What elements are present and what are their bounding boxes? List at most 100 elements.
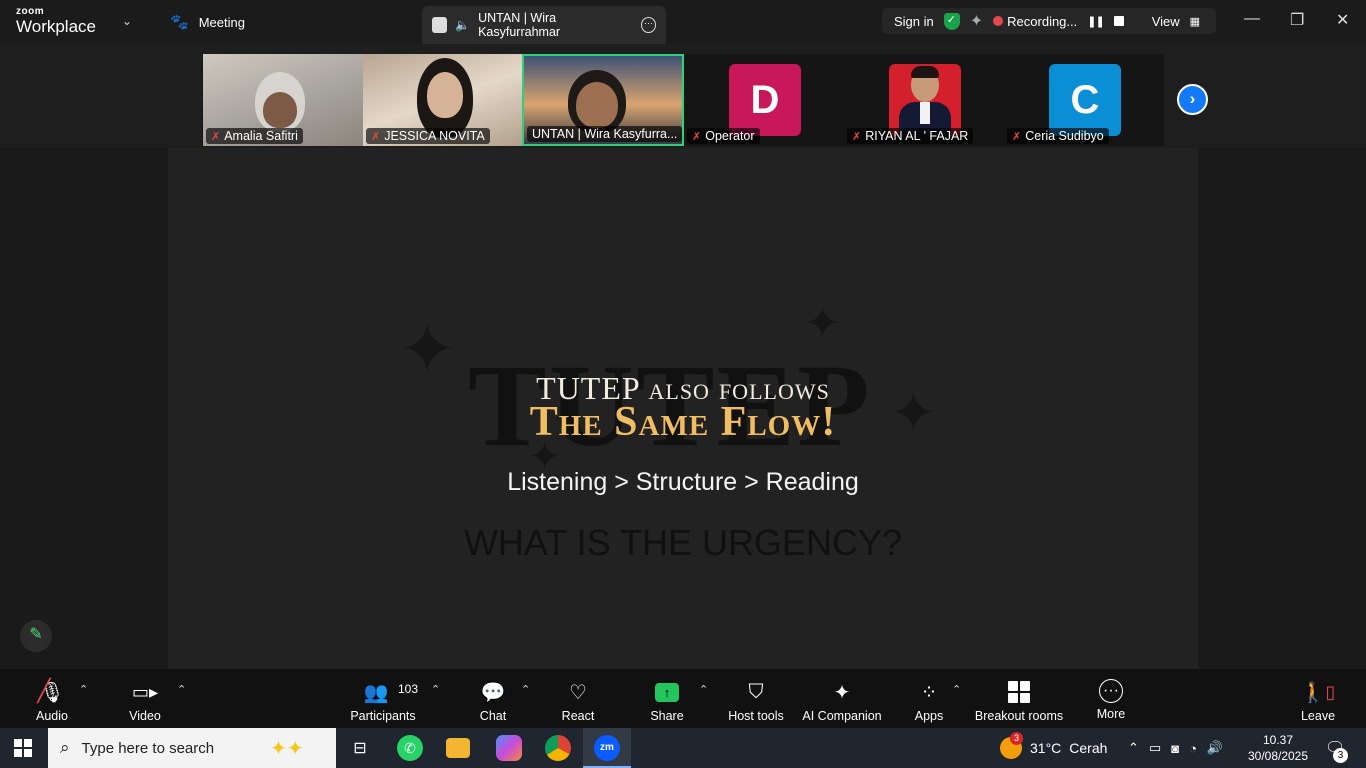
slide-subtitle: Listening > Structure > Reading xyxy=(507,468,859,496)
meeting-menu-button[interactable]: 🐾 Meeting xyxy=(170,13,245,31)
host-tools-label: Host tools xyxy=(728,709,784,723)
chat-button[interactable]: 💬 Chat xyxy=(470,669,516,728)
chevron-up-icon[interactable]: ⌃ xyxy=(1128,740,1139,756)
slide-question: WHAT IS THE URGENCY? xyxy=(463,522,903,563)
paw-icon: 🐾 xyxy=(170,14,189,31)
apps-options-caret-icon[interactable]: ⌃ xyxy=(952,683,961,696)
battery-icon[interactable]: ▭ xyxy=(1149,740,1161,756)
host-tools-button[interactable]: ⛉ Host tools xyxy=(724,669,788,728)
participant-photo xyxy=(889,64,961,136)
encryption-shield-icon[interactable] xyxy=(943,12,960,30)
participant-count-badge: 103 xyxy=(398,682,419,696)
audio-options-caret-icon[interactable]: ⌃ xyxy=(79,683,88,696)
shared-screen-stage: ✦ ✦ ✦ ✦ TUTEP TUTEP also follows The Sam… xyxy=(0,148,1366,669)
participants-options-caret-icon[interactable]: ⌃ xyxy=(431,683,440,696)
participant-tile[interactable]: ✗ RIYAN AL ' FAJAR xyxy=(844,54,1004,146)
taskbar-clock[interactable]: 10.37 30/08/2025 xyxy=(1246,732,1310,764)
mic-muted-icon: ✗ xyxy=(1012,130,1022,143)
breakout-rooms-button[interactable]: Breakout rooms xyxy=(974,669,1064,728)
more-label: More xyxy=(1096,707,1126,721)
share-arrow-icon: ↑ xyxy=(655,682,679,702)
meeting-label: Meeting xyxy=(198,14,245,30)
participant-tile[interactable]: D ✗ Operator xyxy=(684,54,844,146)
slide-heading-line2: The Same Flow! xyxy=(529,399,837,445)
minimize-icon[interactable]: — xyxy=(1244,10,1260,28)
active-speaker-tab[interactable]: 🔈 UNTAN | Wira Kasyfurrahmar ··· xyxy=(422,6,666,44)
clock-date: 30/08/2025 xyxy=(1247,749,1309,763)
video-camera-icon: ▭▸ xyxy=(131,681,159,702)
more-dots-icon: ··· xyxy=(1099,679,1123,703)
participant-avatar: D xyxy=(729,64,801,136)
speaker-volume-icon: 🔈 xyxy=(455,18,471,32)
camera-icon[interactable]: ◙ xyxy=(1171,741,1179,756)
whatsapp-icon[interactable]: ✆ xyxy=(397,735,423,761)
search-placeholder: Type here to search xyxy=(81,739,215,757)
windows-start-icon[interactable] xyxy=(14,739,32,757)
presentation-slide: ✦ ✦ ✦ ✦ TUTEP TUTEP also follows The Sam… xyxy=(168,148,1198,669)
host-shield-icon: ⛉ xyxy=(748,680,764,703)
apps-icon: ⁘ xyxy=(920,681,938,704)
participant-tile[interactable]: C ✗ Ceria Sudibyo xyxy=(1004,54,1164,146)
taskbar-search-box[interactable]: ⌕ Type here to search ✦✦ xyxy=(48,728,336,768)
close-icon[interactable]: ✕ xyxy=(1336,10,1349,30)
share-options-caret-icon[interactable]: ⌃ xyxy=(699,683,708,696)
logo-zoom-text: zoom xyxy=(16,6,45,17)
wifi-icon[interactable]: ◔ xyxy=(1189,741,1197,756)
participant-name: Ceria Sudibyo xyxy=(1025,129,1104,143)
task-view-icon[interactable]: ⊟ xyxy=(347,735,373,761)
sign-in-button[interactable]: Sign in xyxy=(894,14,934,29)
chevron-down-icon[interactable]: ⌄ xyxy=(122,14,132,28)
volume-icon[interactable]: 🔊 xyxy=(1207,740,1223,756)
leave-button[interactable]: 🚶 ▯ Leave xyxy=(1298,669,1338,728)
title-bar: zoom Workplace ⌄ 🐾 Meeting 🔈 UNTAN | Wir… xyxy=(0,0,1366,44)
video-label: Video xyxy=(129,709,161,723)
stop-recording-icon[interactable] xyxy=(1113,16,1124,26)
participant-tile[interactable]: ✗ Amalia Safitri xyxy=(203,54,363,146)
participant-tile[interactable]: ✗ JESSICA NOVITA xyxy=(363,54,523,146)
apps-label: Apps xyxy=(914,709,944,723)
participant-tile-active[interactable]: UNTAN | Wira Kasyfurra... xyxy=(522,54,684,146)
heart-icon: ♡ xyxy=(569,681,587,704)
audio-button[interactable]: 🎙 ╱ Audio xyxy=(28,669,76,728)
view-button[interactable]: View xyxy=(1152,14,1180,29)
participant-name: UNTAN | Wira Kasyfurra... xyxy=(532,127,678,141)
weather-widget[interactable]: 3 31°C Cerah xyxy=(1000,728,1107,768)
chat-options-caret-icon[interactable]: ⌃ xyxy=(521,683,530,696)
share-label: Share xyxy=(650,709,684,723)
video-options-caret-icon[interactable]: ⌃ xyxy=(177,683,186,696)
participants-button[interactable]: 👥 Participants xyxy=(346,669,420,728)
share-button[interactable]: ↑ Share xyxy=(644,669,690,728)
chrome-icon[interactable] xyxy=(545,735,571,761)
ai-sparkle-icon[interactable]: ✦ xyxy=(970,11,983,31)
weather-sun-icon: 3 xyxy=(1000,732,1023,759)
notification-count-badge: 3 xyxy=(1333,748,1348,763)
chat-bubble-icon: 💬 xyxy=(480,681,506,704)
file-explorer-icon[interactable] xyxy=(446,738,470,758)
copilot-icon[interactable] xyxy=(496,735,522,761)
status-group: Sign in ✦ Recording... ❚❚ View ▦ xyxy=(882,8,1216,34)
apps-button[interactable]: ⁘ Apps xyxy=(908,669,950,728)
mic-muted-icon: ✗ xyxy=(692,130,702,143)
annotate-pencil-icon[interactable]: ✎ xyxy=(20,620,52,652)
pause-recording-icon[interactable]: ❚❚ xyxy=(1087,15,1104,28)
weather-badge: 3 xyxy=(1010,732,1023,745)
more-options-icon[interactable]: ··· xyxy=(640,17,656,33)
restore-icon[interactable]: ❐ xyxy=(1290,10,1304,30)
search-highlight-icon: ✦✦ xyxy=(270,737,304,760)
more-button[interactable]: ··· More xyxy=(1090,669,1132,728)
ai-companion-button[interactable]: ✦ AI Companion xyxy=(800,669,884,728)
mic-muted-icon: ✗ xyxy=(211,130,221,143)
zoom-taskbar-button[interactable]: zm xyxy=(583,728,631,768)
participant-name: Operator xyxy=(705,129,755,143)
speaker-avatar xyxy=(432,17,448,33)
participant-avatar: C xyxy=(1049,64,1121,136)
weather-temp: 31°C xyxy=(1030,740,1062,756)
video-button[interactable]: ▭▸ Video xyxy=(120,669,170,728)
react-button[interactable]: ♡ React xyxy=(556,669,600,728)
clock-time: 10.37 xyxy=(1262,733,1294,747)
next-page-arrow-icon[interactable]: › xyxy=(1177,84,1208,115)
view-grid-icon[interactable]: ▦ xyxy=(1190,15,1200,28)
participant-filmstrip: ✗ Amalia Safitri ✗ JESSICA NOVITA UNTAN | … xyxy=(0,44,1366,148)
zoom-workplace-logo[interactable]: zoom Workplace xyxy=(16,6,96,36)
audio-label: Audio xyxy=(36,709,68,723)
